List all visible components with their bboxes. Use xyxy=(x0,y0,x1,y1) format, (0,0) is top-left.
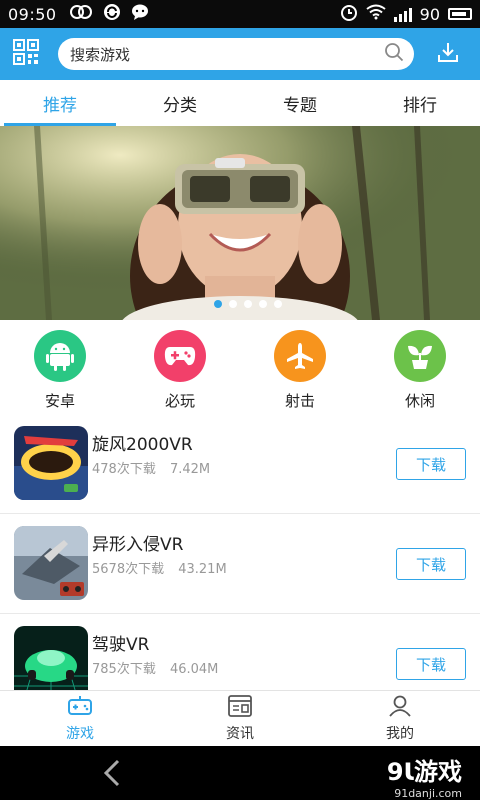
category-label: 安卓 xyxy=(44,392,75,410)
carousel-dot[interactable] xyxy=(214,300,222,308)
gamepad-icon xyxy=(154,330,206,382)
battery-icon xyxy=(448,8,472,20)
carousel-dot[interactable] xyxy=(259,300,267,308)
sync-icon xyxy=(103,3,121,25)
carousel-dot[interactable] xyxy=(244,300,252,308)
list-item[interactable]: 异形入侵VR 5678次下载 43.21M 下载 xyxy=(0,514,480,614)
carousel-indicators xyxy=(214,300,282,308)
user-icon xyxy=(388,695,412,721)
game-meta: 785次下载 46.04M xyxy=(92,658,228,677)
carousel-dot[interactable] xyxy=(229,300,237,308)
nav-label: 资讯 xyxy=(226,726,254,742)
category-label: 射击 xyxy=(284,392,315,410)
controller-icon xyxy=(67,695,93,721)
category-shortcuts: 安卓 必玩 射击 休闲 xyxy=(0,320,480,412)
download-manager-button[interactable] xyxy=(430,36,466,72)
game-name: 驾驶VR xyxy=(92,635,150,655)
banner-image xyxy=(0,126,480,320)
notification-icons xyxy=(69,3,149,25)
download-count: 785次下载 xyxy=(92,662,156,677)
category-android[interactable]: 安卓 xyxy=(0,320,120,412)
file-size: 43.21M xyxy=(178,562,227,577)
sprout-icon xyxy=(394,330,446,382)
chat-icon xyxy=(131,3,149,25)
bottom-navigation: 游戏 资讯 我的 xyxy=(0,690,480,747)
qr-code-icon xyxy=(13,39,39,69)
android-icon xyxy=(34,330,86,382)
download-count: 478次下载 xyxy=(92,462,156,477)
battery-level: 90 xyxy=(419,4,440,24)
download-icon xyxy=(436,40,460,68)
airplane-icon xyxy=(274,330,326,382)
link-icon xyxy=(69,4,93,24)
game-meta: 478次下载 7.42M xyxy=(92,458,220,477)
game-name: 异形入侵VR xyxy=(92,535,184,555)
category-casual[interactable]: 休闲 xyxy=(360,320,480,412)
file-size: 7.42M xyxy=(169,462,211,477)
file-size: 46.04M xyxy=(169,662,219,677)
wifi-icon xyxy=(366,4,386,24)
status-bar: 09:50 90 xyxy=(0,0,480,28)
tab-categories[interactable]: 分类 xyxy=(120,80,240,126)
top-tabs: 推荐 分类 专题 排行 xyxy=(0,80,480,127)
game-thumbnail[interactable] xyxy=(14,426,88,500)
category-must-play[interactable]: 必玩 xyxy=(120,320,240,412)
watermark-logo: 9Ɩ游戏 91danji.com xyxy=(387,752,462,800)
game-name: 旋风2000VR xyxy=(92,435,193,455)
category-shooting[interactable]: 射击 xyxy=(240,320,360,412)
nav-profile[interactable]: 我的 xyxy=(320,691,480,747)
download-button[interactable]: 下载 xyxy=(396,648,466,680)
tab-rankings[interactable]: 排行 xyxy=(360,80,480,126)
system-navigation-bar: 9Ɩ游戏 91danji.com xyxy=(0,746,480,800)
list-item[interactable]: 旋风2000VR 478次下载 7.42M 下载 xyxy=(0,414,480,514)
alarm-icon xyxy=(340,3,358,25)
download-button[interactable]: 下载 xyxy=(396,448,466,480)
back-icon[interactable] xyxy=(100,758,124,792)
download-button[interactable]: 下载 xyxy=(396,548,466,580)
search-placeholder: 搜索游戏 xyxy=(70,45,131,64)
news-icon xyxy=(228,695,252,721)
download-count: 5678次下载 xyxy=(92,562,165,577)
watermark-brand: 9Ɩ游戏 xyxy=(386,758,462,786)
nav-news[interactable]: 资讯 xyxy=(160,691,320,747)
category-label: 休闲 xyxy=(404,392,435,410)
qr-scan-button[interactable] xyxy=(8,36,44,72)
search-input[interactable]: 搜索游戏 xyxy=(58,38,414,70)
status-time: 09:50 xyxy=(8,4,57,24)
carousel-dot[interactable] xyxy=(274,300,282,308)
tab-topics[interactable]: 专题 xyxy=(240,80,360,126)
nav-label: 游戏 xyxy=(66,726,94,742)
game-thumbnail[interactable] xyxy=(14,626,88,700)
game-thumbnail[interactable] xyxy=(14,526,88,600)
game-meta: 5678次下载 43.21M xyxy=(92,558,237,577)
game-list: 旋风2000VR 478次下载 7.42M 下载 异形入侵VR 5678次下载 … xyxy=(0,414,480,714)
app-header: 搜索游戏 xyxy=(0,28,480,80)
nav-label: 我的 xyxy=(386,726,414,742)
search-icon[interactable] xyxy=(384,42,404,66)
banner-carousel[interactable] xyxy=(0,126,480,320)
category-label: 必玩 xyxy=(164,392,195,410)
watermark-url: 91danji.com xyxy=(394,787,462,800)
nav-games[interactable]: 游戏 xyxy=(0,691,160,747)
cell-signal-icon xyxy=(393,6,412,22)
tab-recommended[interactable]: 推荐 xyxy=(0,80,120,126)
